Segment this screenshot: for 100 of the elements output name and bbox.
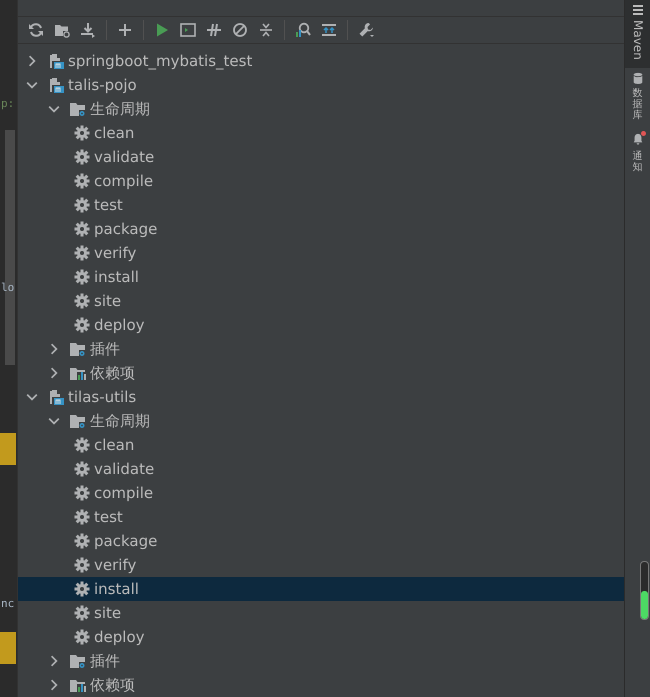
tree-item-label: site <box>94 292 122 310</box>
chevron-down-icon[interactable] <box>26 391 38 403</box>
gear-icon <box>74 581 90 597</box>
chevron-right-icon[interactable] <box>26 55 38 67</box>
download-icon[interactable] <box>80 22 96 38</box>
tree-item-label: package <box>94 220 158 238</box>
side-tab[interactable]: 通知 <box>625 128 650 181</box>
tree-item-label: 生命周期 <box>90 412 150 430</box>
wrench-icon[interactable] <box>358 22 374 38</box>
terminal-window-icon[interactable] <box>180 22 196 38</box>
gear-icon <box>74 221 90 237</box>
chevron-right-icon[interactable] <box>48 679 60 691</box>
gear-icon <box>74 173 90 189</box>
side-tab-label: 数据库 <box>632 88 642 121</box>
folder-chart-icon <box>70 365 86 381</box>
reload-icon[interactable] <box>28 22 44 38</box>
tree-item-label: compile <box>94 484 154 502</box>
chevron-right-icon[interactable] <box>48 343 60 355</box>
tree-item[interactable]: site <box>18 601 624 625</box>
dependencies-icon[interactable] <box>321 22 337 38</box>
tree-item[interactable]: clean <box>18 121 624 145</box>
tree-item-label: verify <box>94 556 136 574</box>
toggle-offline-icon[interactable] <box>206 22 222 38</box>
tree-item-label: install <box>94 580 139 598</box>
chevron-right-icon[interactable] <box>48 655 60 667</box>
side-tab[interactable]: 数据库 <box>625 68 650 129</box>
tree-item[interactable]: springboot_mybatis_test <box>18 49 624 73</box>
folder-gear-icon <box>70 653 86 669</box>
tree-item[interactable]: compile <box>18 169 624 193</box>
tree-item-label: 生命周期 <box>90 100 150 118</box>
tree-item[interactable]: test <box>18 505 624 529</box>
tree-item-label: deploy <box>94 628 144 646</box>
analyze-icon[interactable] <box>295 22 311 38</box>
code-fragment: p: <box>1 97 14 110</box>
tree-item[interactable]: 生命周期 <box>18 409 624 433</box>
tree-item-label: springboot_mybatis_test <box>68 52 252 70</box>
tree-item-label: 依赖项 <box>90 676 135 694</box>
gear-icon <box>74 317 90 333</box>
tree-item-label: validate <box>94 148 154 166</box>
tree-item-label: verify <box>94 244 136 262</box>
tree-item-label: clean <box>94 124 134 142</box>
tree-item[interactable]: verify <box>18 553 624 577</box>
gear-icon <box>74 245 90 261</box>
code-fragment: lo <box>1 281 14 294</box>
gear-icon <box>74 605 90 621</box>
add-icon[interactable] <box>117 22 133 38</box>
highlight-marker <box>0 632 16 664</box>
chevron-right-icon[interactable] <box>48 367 60 379</box>
tree-item[interactable]: compile <box>18 481 624 505</box>
tree-item[interactable]: 依赖项 <box>18 673 624 697</box>
gear-icon <box>74 461 90 477</box>
tree-item-label: deploy <box>94 316 144 334</box>
tree-item-label: package <box>94 532 158 550</box>
tree-item-label: compile <box>94 172 154 190</box>
database-icon <box>632 72 644 84</box>
tree-item[interactable]: tilas-utils <box>18 385 624 409</box>
gear-icon <box>74 125 90 141</box>
tree-item-label: 插件 <box>90 340 120 358</box>
gear-icon <box>74 485 90 501</box>
run-icon[interactable] <box>154 22 170 38</box>
tree-item[interactable]: package <box>18 217 624 241</box>
gear-icon <box>74 509 90 525</box>
tree-item[interactable]: validate <box>18 145 624 169</box>
chevron-down-icon[interactable] <box>26 79 38 91</box>
tree-item[interactable]: site <box>18 289 624 313</box>
tree-item[interactable]: validate <box>18 457 624 481</box>
gear-icon <box>74 629 90 645</box>
tree-item[interactable]: install <box>18 577 624 601</box>
chevron-down-icon[interactable] <box>48 415 60 427</box>
folder-gear-icon <box>70 101 86 117</box>
chevron-down-icon[interactable] <box>48 103 60 115</box>
tree-item[interactable]: deploy <box>18 313 624 337</box>
tree-item-label: tilas-utils <box>68 388 136 406</box>
tree-item[interactable]: test <box>18 193 624 217</box>
tree-item[interactable]: 依赖项 <box>18 361 624 385</box>
tree-item-label: test <box>94 196 123 214</box>
gear-icon <box>74 149 90 165</box>
gear-icon <box>74 293 90 309</box>
tree-item[interactable]: verify <box>18 241 624 265</box>
tree-item-label: 依赖项 <box>90 364 135 382</box>
code-fragment: nc <box>1 597 14 610</box>
folder-gear-icon <box>70 341 86 357</box>
folder-refresh-icon[interactable] <box>54 22 70 38</box>
tree-item[interactable]: 插件 <box>18 337 624 361</box>
tree-item[interactable]: deploy <box>18 625 624 649</box>
side-tab-label: Maven <box>630 20 644 60</box>
gear-icon <box>74 437 90 453</box>
tree-item[interactable]: package <box>18 529 624 553</box>
collapse-icon[interactable] <box>258 22 274 38</box>
tree-item[interactable]: clean <box>18 433 624 457</box>
side-tab[interactable]: Maven <box>625 0 650 68</box>
tree-item[interactable]: 插件 <box>18 649 624 673</box>
skip-tests-icon[interactable] <box>232 22 248 38</box>
tree-item-label: clean <box>94 436 134 454</box>
tree-item[interactable]: 生命周期 <box>18 97 624 121</box>
tree-item[interactable]: talis-pojo <box>18 73 624 97</box>
highlight-marker <box>0 433 16 465</box>
tree-item[interactable]: install <box>18 265 624 289</box>
bell-icon <box>632 132 644 145</box>
folder-chart-icon <box>70 677 86 693</box>
